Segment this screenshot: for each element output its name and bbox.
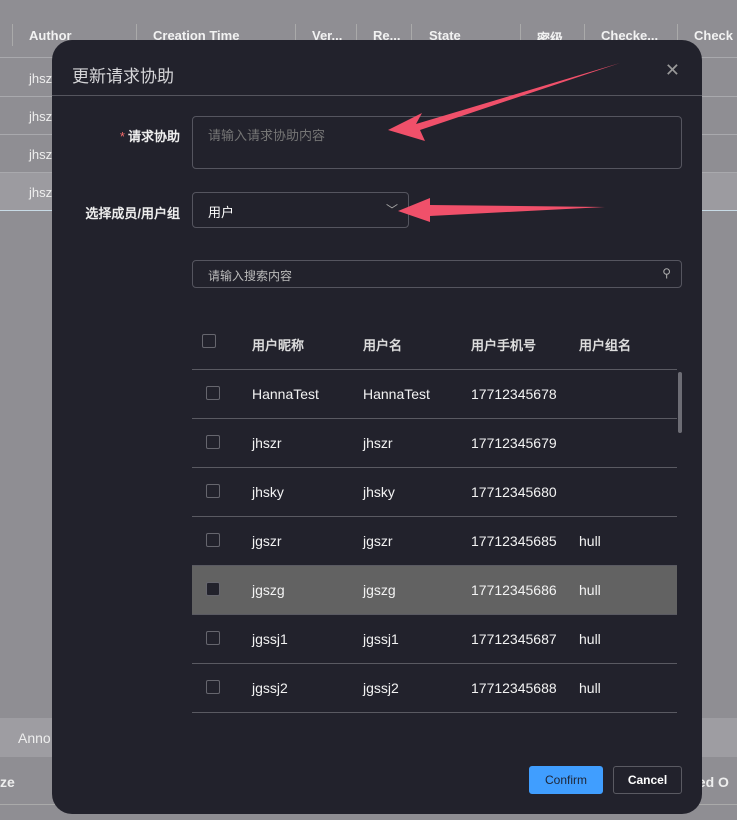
- annotation-arrows: [388, 63, 620, 222]
- arrow-to-request-input: [388, 63, 620, 141]
- arrow-to-member-select: [398, 198, 605, 222]
